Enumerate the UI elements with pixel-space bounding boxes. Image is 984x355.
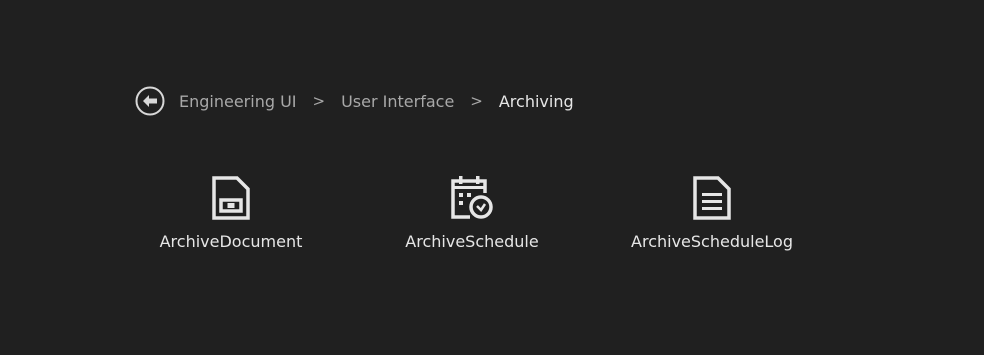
back-button[interactable] bbox=[135, 86, 165, 116]
tile-label: ArchiveScheduleLog bbox=[631, 232, 793, 251]
tile-label: ArchiveSchedule bbox=[405, 232, 539, 251]
tile-archive-document[interactable]: ArchiveDocument bbox=[156, 174, 306, 251]
archive-document-icon bbox=[212, 176, 250, 220]
tile-label: ArchiveDocument bbox=[159, 232, 303, 251]
breadcrumb-separator: > bbox=[470, 92, 483, 110]
archive-schedule-log-icon bbox=[693, 176, 731, 220]
breadcrumb-item-user-interface[interactable]: User Interface bbox=[341, 92, 454, 111]
breadcrumb-item-engineering-ui[interactable]: Engineering UI bbox=[179, 92, 297, 111]
breadcrumb: Engineering UI > User Interface > Archiv… bbox=[135, 85, 574, 117]
archive-schedule-icon bbox=[451, 176, 493, 219]
breadcrumb-separator: > bbox=[312, 92, 326, 110]
tile-archive-schedule[interactable]: ArchiveSchedule bbox=[397, 174, 547, 251]
tile-archive-schedule-log[interactable]: ArchiveScheduleLog bbox=[626, 174, 798, 251]
breadcrumb-item-archiving: Archiving bbox=[498, 91, 574, 111]
back-arrow-circle-icon bbox=[135, 86, 165, 116]
